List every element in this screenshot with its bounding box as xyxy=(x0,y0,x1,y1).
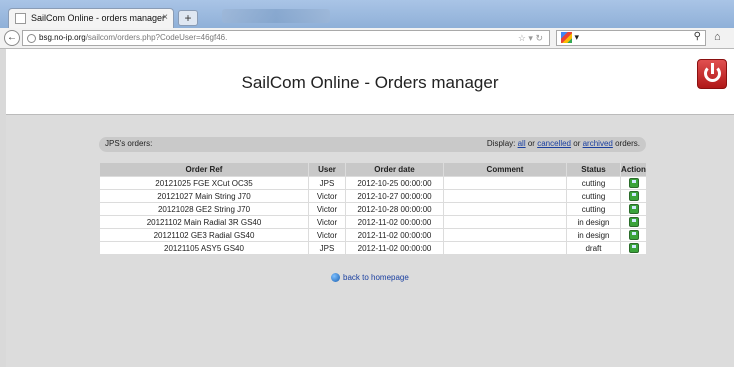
column-header-order-ref: Order Ref xyxy=(100,163,308,176)
display-filter: Display: all or cancelled or archived or… xyxy=(487,139,640,148)
cell-status: cutting xyxy=(567,190,620,202)
save-order-icon[interactable] xyxy=(628,191,639,201)
cell-status: cutting xyxy=(567,203,620,215)
logout-button[interactable] xyxy=(697,59,727,89)
save-order-icon[interactable] xyxy=(628,204,639,214)
title-bar: SailCom Online - orders manager × + xyxy=(0,0,734,28)
page-title: SailCom Online - Orders manager xyxy=(241,73,499,92)
cell-order-date: 2012-11-02 00:00:00 xyxy=(346,242,443,254)
google-icon[interactable] xyxy=(561,32,572,44)
display-prefix: Display: xyxy=(486,139,516,148)
cell-user: Victor xyxy=(309,216,345,228)
table-row: 20121028 GE2 String J70 Victor 2012-10-2… xyxy=(100,203,646,215)
back-to-homepage-link[interactable]: back to homepage xyxy=(331,273,409,283)
filter-suffix: orders. xyxy=(615,139,640,148)
cell-action xyxy=(621,216,646,228)
cell-user: JPS xyxy=(309,242,345,254)
table-row: 20121025 FGE XCut OC35 JPS 2012-10-25 00… xyxy=(100,177,646,189)
filter-archived-link[interactable]: archived xyxy=(583,139,613,148)
orders-table: Order Ref User Order date Comment Status… xyxy=(99,162,647,255)
back-arrow-icon[interactable]: ← xyxy=(4,30,20,46)
page-favicon-icon xyxy=(15,13,26,24)
cell-comment xyxy=(444,229,566,241)
cell-comment xyxy=(444,216,566,228)
power-icon-bar xyxy=(711,63,714,74)
cell-action xyxy=(621,190,646,202)
cell-action xyxy=(621,203,646,215)
table-row: 20121027 Main String J70 Victor 2012-10-… xyxy=(100,190,646,202)
column-header-order-date: Order date xyxy=(346,163,443,176)
cell-action xyxy=(621,177,646,189)
cell-order-date: 2012-10-27 00:00:00 xyxy=(346,190,443,202)
address-bar[interactable]: bsg.no-ip.org/sailcom/orders.php?CodeUse… xyxy=(22,30,550,46)
column-header-action: Action xyxy=(621,163,646,176)
browser-tab[interactable]: SailCom Online - orders manager × xyxy=(8,8,174,28)
url-path: /sailcom/orders.php?CodeUser=46gf46. xyxy=(85,33,228,42)
table-row: 20121102 GE3 Radial GS40 Victor 2012-11-… xyxy=(100,229,646,241)
home-icon[interactable]: ⌂ xyxy=(714,31,721,43)
table-header-row: Order Ref User Order date Comment Status… xyxy=(100,163,646,176)
cell-comment xyxy=(444,203,566,215)
cell-order-date: 2012-10-25 00:00:00 xyxy=(346,177,443,189)
cell-comment xyxy=(444,242,566,254)
filter-or-2: or xyxy=(573,139,581,148)
titlebar-decoration xyxy=(222,9,330,23)
search-icon[interactable]: ⚲ xyxy=(694,31,701,42)
browser-window: SailCom Online - orders manager × + ← bs… xyxy=(0,0,734,367)
cell-order-ref: 20121102 Main Radial 3R GS40 xyxy=(100,216,308,228)
cell-order-date: 2012-11-02 00:00:00 xyxy=(346,216,443,228)
cell-user: Victor xyxy=(309,203,345,215)
search-bar[interactable]: ▾ ⚲ xyxy=(556,30,706,46)
filter-cancelled-link[interactable]: cancelled xyxy=(537,139,571,148)
cell-user: Victor xyxy=(309,190,345,202)
cell-status: in design xyxy=(567,216,620,228)
page-content: SailCom Online - Orders manager JPS's or… xyxy=(6,49,734,367)
save-order-icon[interactable] xyxy=(628,178,639,188)
column-header-comment: Comment xyxy=(444,163,566,176)
cell-status: cutting xyxy=(567,177,620,189)
cell-status: in design xyxy=(567,229,620,241)
cell-comment xyxy=(444,177,566,189)
cell-order-ref: 20121105 ASY5 GS40 xyxy=(100,242,308,254)
new-tab-button[interactable]: + xyxy=(178,10,198,26)
url-host: bsg.no-ip.org xyxy=(39,33,86,42)
tab-close-icon[interactable]: × xyxy=(162,12,168,23)
filter-or-1: or xyxy=(527,139,535,148)
back-link-label: back to homepage xyxy=(343,273,409,282)
page-header: SailCom Online - Orders manager xyxy=(6,49,734,115)
cell-comment xyxy=(444,190,566,202)
column-header-status: Status xyxy=(567,163,620,176)
cell-user: Victor xyxy=(309,229,345,241)
table-row: 20121105 ASY5 GS40 JPS 2012-11-02 00:00:… xyxy=(100,242,646,254)
bookmark-star-icon[interactable]: ☆ ▾ ↻ xyxy=(518,33,543,44)
navigation-bar: ← bsg.no-ip.org/sailcom/orders.php?CodeU… xyxy=(0,28,734,49)
cell-user: JPS xyxy=(309,177,345,189)
tab-title: SailCom Online - orders manager xyxy=(31,13,166,23)
cell-order-date: 2012-11-02 00:00:00 xyxy=(346,229,443,241)
filter-all-link[interactable]: all xyxy=(518,139,526,148)
table-row: 20121102 Main Radial 3R GS40 Victor 2012… xyxy=(100,216,646,228)
cell-order-ref: 20121027 Main String J70 xyxy=(100,190,308,202)
cell-order-ref: 20121102 GE3 Radial GS40 xyxy=(100,229,308,241)
column-header-user: User xyxy=(309,163,345,176)
save-order-icon[interactable] xyxy=(628,230,639,240)
orders-header-bar: JPS's orders: Display: all or cancelled … xyxy=(99,137,646,152)
save-order-icon[interactable] xyxy=(628,243,639,253)
globe-icon xyxy=(331,273,340,283)
cell-action xyxy=(621,229,646,241)
orders-title: JPS's orders: xyxy=(105,139,153,148)
cell-status: draft xyxy=(567,242,620,254)
cell-order-ref: 20121025 FGE XCut OC35 xyxy=(100,177,308,189)
cell-action xyxy=(621,242,646,254)
cell-order-ref: 20121028 GE2 String J70 xyxy=(100,203,308,215)
save-order-icon[interactable] xyxy=(628,217,639,227)
site-identity-icon[interactable] xyxy=(27,34,36,43)
cell-order-date: 2012-10-28 00:00:00 xyxy=(346,203,443,215)
